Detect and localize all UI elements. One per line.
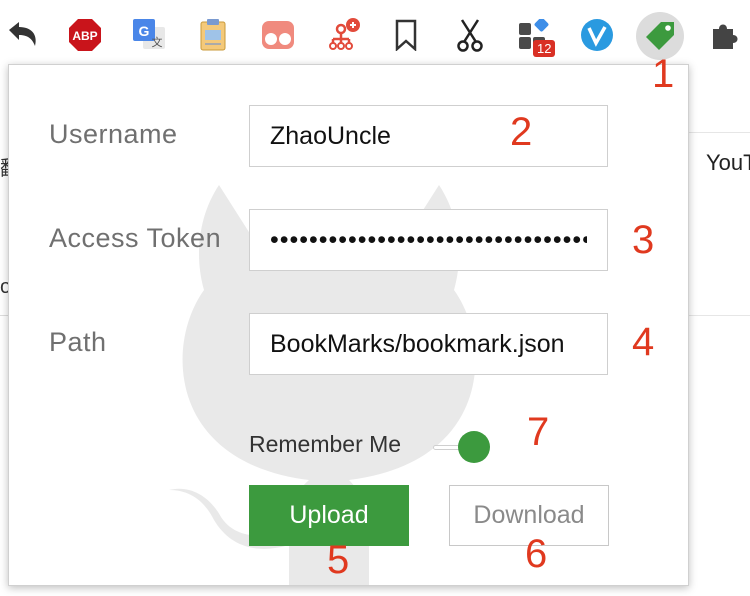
annotation-number: 2 bbox=[510, 110, 533, 154]
adblock-plus-icon[interactable]: ABP bbox=[64, 14, 106, 56]
notification-badge: 12 bbox=[533, 40, 556, 57]
google-translate-icon[interactable]: G文 bbox=[128, 14, 170, 56]
annotation-number: 7 bbox=[527, 410, 550, 454]
username-label: Username bbox=[49, 119, 178, 149]
sitemap-add-icon[interactable] bbox=[322, 14, 364, 56]
undo-icon[interactable] bbox=[2, 14, 44, 56]
annotation-number: 4 bbox=[632, 320, 655, 364]
annotation-number: 3 bbox=[632, 218, 655, 262]
extension-popup: Username Access Token Path Remember Me U… bbox=[8, 64, 689, 586]
svg-text:文: 文 bbox=[152, 35, 163, 49]
path-input[interactable] bbox=[249, 313, 608, 375]
access-token-label: Access Token bbox=[49, 223, 222, 253]
scissors-icon[interactable] bbox=[449, 14, 491, 56]
background-divider bbox=[688, 315, 750, 316]
translate-g-text: G bbox=[139, 23, 150, 39]
background-youtube-link[interactable]: YouT bbox=[706, 150, 750, 176]
puzzle-icon[interactable] bbox=[704, 14, 746, 56]
annotation-number: 1 bbox=[652, 52, 675, 96]
browser-toolbar: ABP G文 12 bbox=[0, 0, 750, 66]
upload-button[interactable]: Upload bbox=[249, 485, 409, 546]
remember-me-toggle[interactable] bbox=[433, 431, 491, 465]
path-label: Path bbox=[49, 327, 107, 357]
eyes-icon[interactable] bbox=[257, 14, 299, 56]
clipboard-icon[interactable] bbox=[192, 14, 234, 56]
annotation-number: 6 bbox=[525, 532, 548, 576]
username-input[interactable] bbox=[249, 105, 608, 167]
annotation-number: 5 bbox=[327, 538, 350, 582]
remember-me-label: Remember Me bbox=[249, 431, 402, 457]
abp-text: ABP bbox=[72, 29, 97, 43]
toggle-knob bbox=[458, 431, 490, 463]
access-token-input[interactable] bbox=[249, 209, 608, 271]
bookmark-icon[interactable] bbox=[385, 14, 427, 56]
background-divider bbox=[688, 132, 750, 133]
v-logo-icon[interactable] bbox=[576, 14, 618, 56]
